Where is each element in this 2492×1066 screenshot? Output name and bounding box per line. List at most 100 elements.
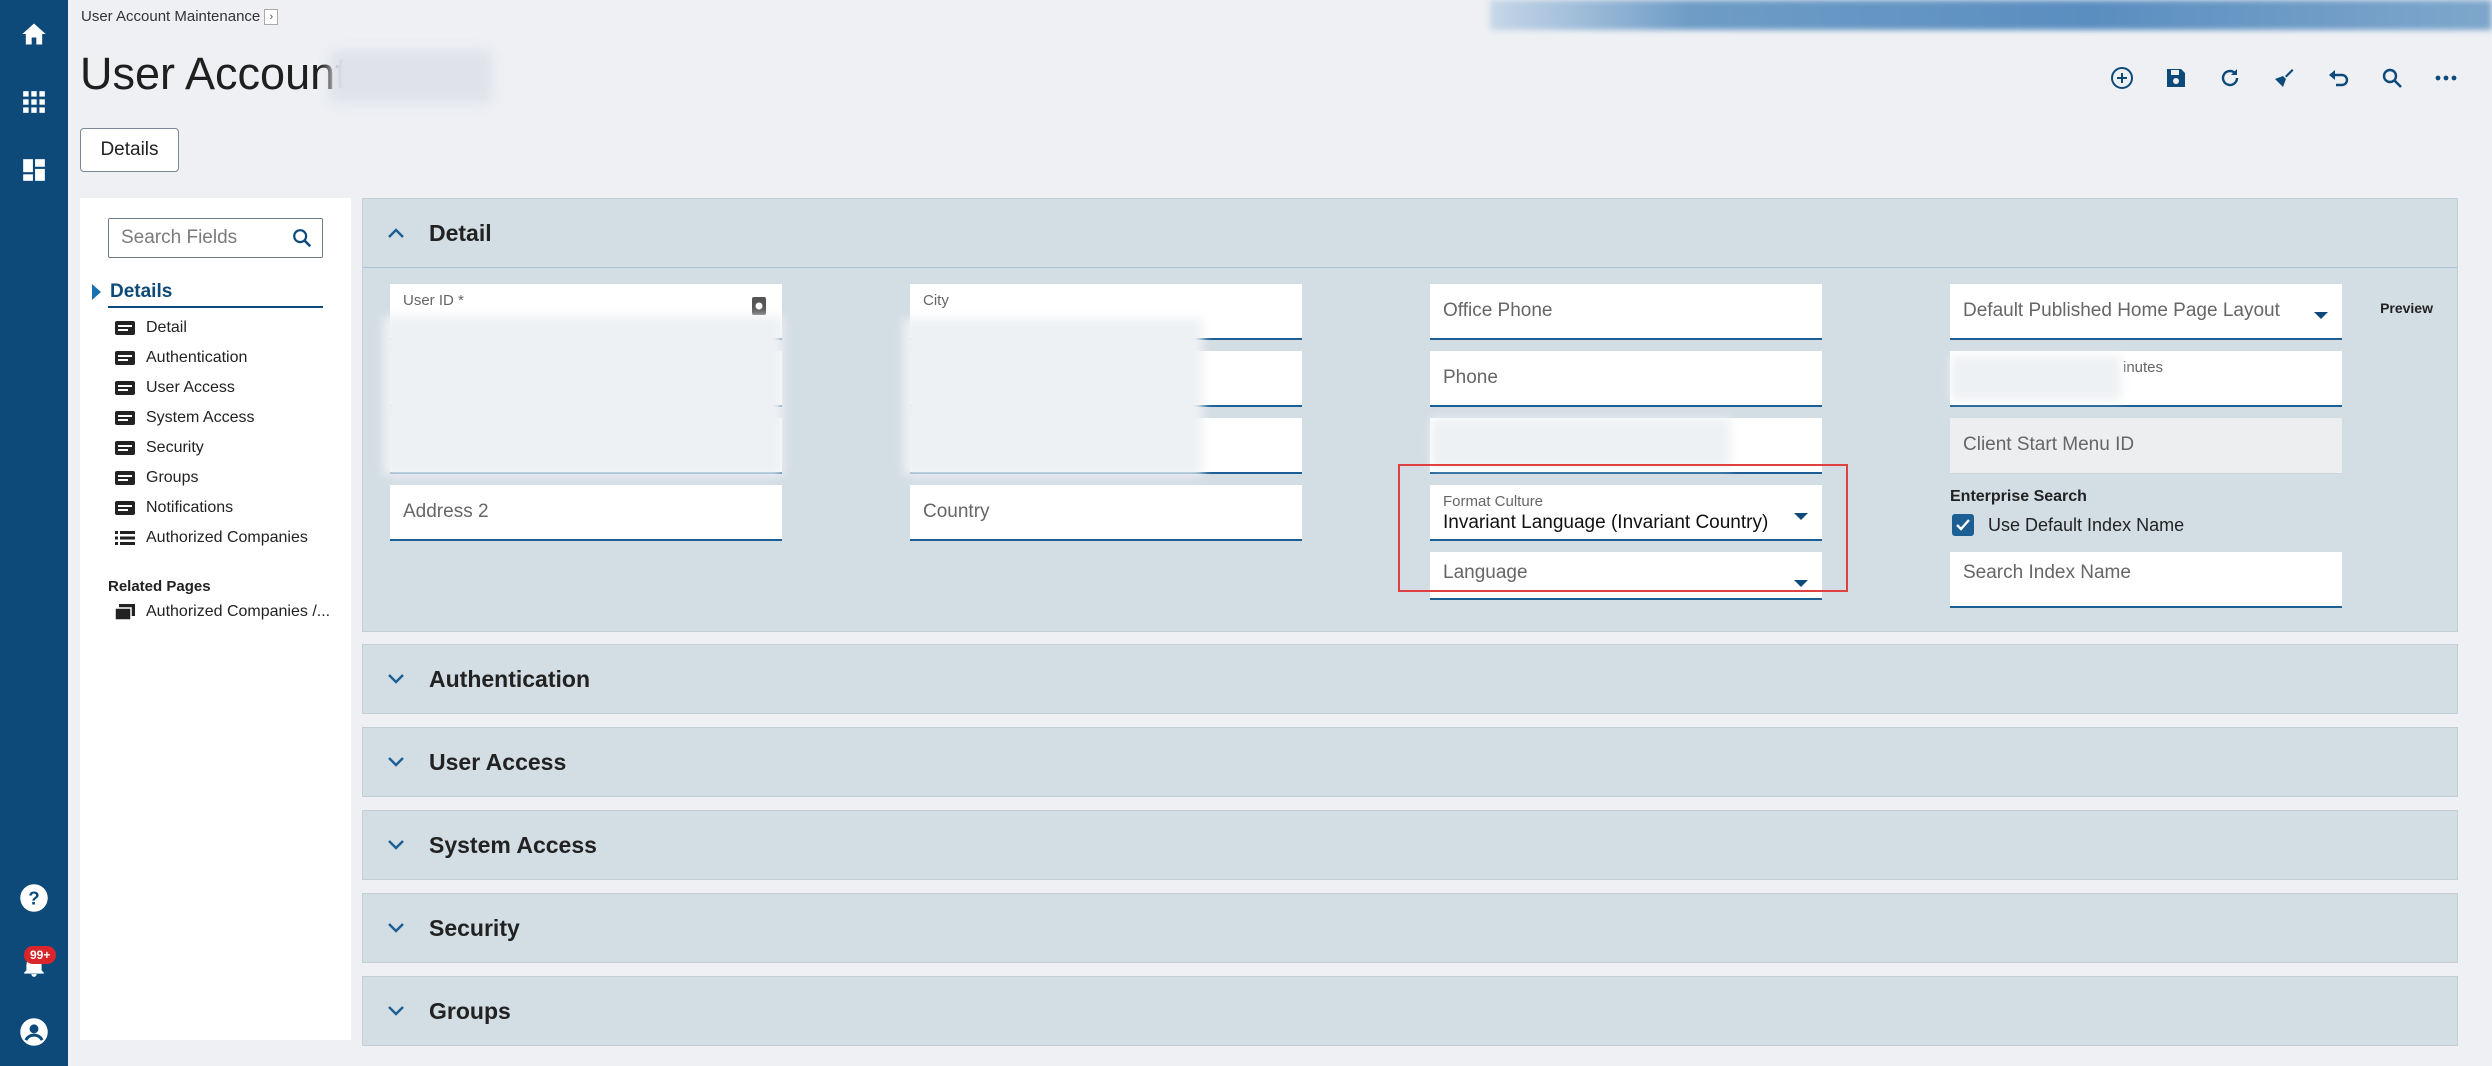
preview-link[interactable]: Preview (2380, 300, 2433, 316)
nav-item-label: Detail (146, 319, 187, 336)
section-detail-header[interactable]: Detail (363, 199, 2457, 267)
form-icon (115, 471, 135, 485)
add-icon[interactable] (2106, 62, 2138, 94)
office-phone-field[interactable]: Office Phone (1430, 284, 1822, 340)
redacted-title-suffix (330, 50, 492, 104)
toolbar (2106, 62, 2462, 94)
caret-right-icon (92, 284, 101, 300)
nav-details-label: Details (110, 281, 173, 302)
country-field[interactable]: Country (910, 485, 1302, 541)
list-icon (115, 531, 135, 545)
form-icon (115, 441, 135, 455)
nav-item-user-access[interactable]: User Access (114, 373, 308, 403)
section-title: User Access (429, 748, 567, 775)
notification-badge: 99+ (24, 946, 57, 964)
section-title: System Access (429, 831, 597, 858)
section-title: Detail (429, 219, 492, 246)
field-label: User ID * (403, 292, 464, 309)
search-icon[interactable] (2376, 62, 2408, 94)
clear-icon[interactable] (2268, 62, 2300, 94)
redacted-timeout-label (1951, 356, 2121, 400)
redacted-banner (1490, 0, 2492, 30)
undo-icon[interactable] (2322, 62, 2354, 94)
nav-item-authorized-companies[interactable]: Authorized Companies (114, 523, 308, 553)
field-label: Phone (1443, 367, 1498, 388)
section-title: Authentication (429, 665, 590, 692)
chevron-down-icon[interactable] (385, 668, 407, 690)
field-label: City (923, 292, 949, 309)
chevron-down-icon[interactable] (385, 751, 407, 773)
apps-grid-icon[interactable] (18, 86, 50, 118)
pages-icon (114, 604, 135, 621)
nav-item-label: Authorized Companies (146, 529, 308, 546)
checkbox-checked-icon[interactable] (1952, 514, 1974, 536)
nav-item-security[interactable]: Security (114, 433, 308, 463)
breadcrumb-label[interactable]: User Account Maintenance (81, 8, 260, 25)
section-detail: Detail Preview User ID * Address 2 City … (362, 198, 2458, 632)
field-navigator: Search Fields Details Detail Authenticat… (80, 198, 351, 1040)
field-label: Default Published Home Page Layout (1963, 300, 2280, 321)
chevron-down-icon[interactable] (385, 1000, 407, 1022)
lookup-icon (752, 297, 766, 315)
nav-item-label: Security (146, 439, 204, 456)
section-security[interactable]: Security (362, 893, 2458, 963)
redacted-user-info (383, 316, 783, 476)
chevron-right-icon[interactable]: › (264, 8, 279, 25)
nav-item-system-access[interactable]: System Access (114, 403, 308, 433)
help-icon[interactable]: ? (18, 882, 50, 914)
highlight-box (1398, 464, 1848, 592)
section-user-access[interactable]: User Access (362, 727, 2458, 797)
nav-details-header[interactable]: Details (92, 278, 323, 308)
dashboard-icon[interactable] (18, 154, 50, 186)
redacted-city-info (903, 318, 1203, 476)
more-icon[interactable] (2430, 62, 2462, 94)
section-authentication[interactable]: Authentication (362, 644, 2458, 714)
save-icon[interactable] (2160, 62, 2192, 94)
related-pages-heading: Related Pages (108, 578, 211, 595)
nav-item-authentication[interactable]: Authentication (114, 343, 308, 373)
svg-text:?: ? (28, 887, 39, 908)
nav-item-detail[interactable]: Detail (114, 313, 308, 343)
redacted-email (1431, 418, 1731, 468)
related-page-link[interactable]: Authorized Companies /... (114, 603, 330, 621)
nav-item-groups[interactable]: Groups (114, 463, 308, 493)
field-label: Address 2 (403, 501, 489, 522)
section-title: Groups (429, 997, 511, 1024)
page-title: User Account (80, 48, 348, 99)
nav-item-label: Notifications (146, 499, 234, 516)
breadcrumb[interactable]: User Account Maintenance › (81, 8, 279, 25)
tab-details[interactable]: Details (80, 128, 179, 172)
section-groups[interactable]: Groups (362, 976, 2458, 1046)
dropdown-arrow-icon[interactable] (2314, 312, 2328, 319)
nav-item-label: System Access (146, 409, 255, 426)
form-icon (115, 411, 135, 425)
client-start-menu-field[interactable]: Client Start Menu ID (1950, 418, 2342, 474)
form-icon (115, 351, 135, 365)
section-title: Security (429, 914, 520, 941)
use-default-index-checkbox[interactable]: Use Default Index Name (1952, 514, 2184, 536)
search-index-name-field[interactable]: Search Index Name (1950, 552, 2342, 608)
related-page-label: Authorized Companies /... (146, 603, 331, 620)
chevron-down-icon[interactable] (385, 834, 407, 856)
form-icon (115, 321, 135, 335)
phone-field[interactable]: Phone (1430, 351, 1822, 407)
field-label: Search Index Name (1963, 562, 2131, 583)
search-icon[interactable] (282, 227, 322, 249)
home-icon[interactable] (18, 18, 50, 50)
chevron-down-icon[interactable] (385, 917, 407, 939)
chevron-up-icon[interactable] (385, 222, 407, 244)
field-label-suffix: inutes (2123, 359, 2164, 376)
refresh-icon[interactable] (2214, 62, 2246, 94)
user-profile-icon[interactable] (18, 1016, 50, 1048)
home-layout-select[interactable]: Default Published Home Page Layout (1950, 284, 2342, 340)
address2-field[interactable]: Address 2 (390, 485, 782, 541)
field-label: Country (923, 501, 990, 522)
app-rail: ? 99+ (0, 0, 68, 1066)
nav-item-label: Authentication (146, 349, 248, 366)
nav-item-label: User Access (146, 379, 235, 396)
nav-list: Detail Authentication User Access System… (114, 313, 308, 553)
section-system-access[interactable]: System Access (362, 810, 2458, 880)
nav-item-notifications[interactable]: Notifications (114, 493, 308, 523)
search-fields-input[interactable]: Search Fields (108, 218, 323, 258)
field-label: Office Phone (1443, 300, 1553, 321)
